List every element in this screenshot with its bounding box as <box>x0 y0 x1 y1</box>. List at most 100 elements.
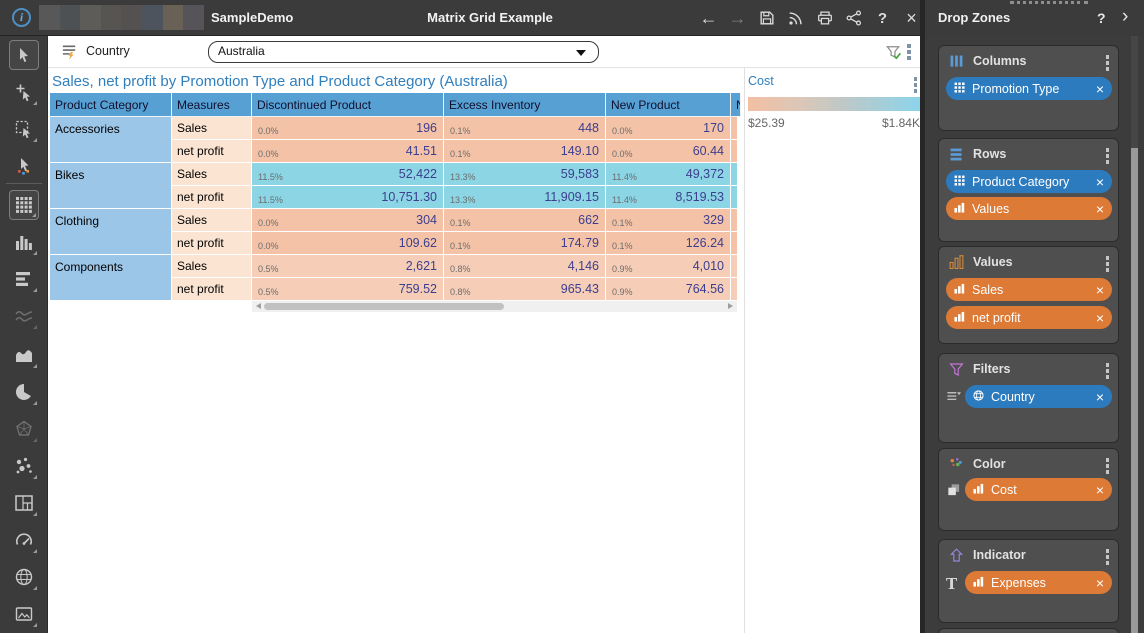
remove-field-icon[interactable]: × <box>1096 311 1104 325</box>
legend-menu-icon[interactable] <box>914 77 918 93</box>
dashboard-canvas: Country Australia Sales, net profit by P… <box>48 36 920 633</box>
line-chart-widget[interactable] <box>9 301 39 331</box>
columns-icon <box>948 53 966 71</box>
remove-field-icon[interactable]: × <box>1096 202 1104 216</box>
section-menu-icon[interactable] <box>1106 148 1110 164</box>
cell-percent: 11.5% <box>258 195 283 205</box>
matrix-header-cell: Excess Inventory <box>444 93 606 117</box>
pill-label: Promotion Type <box>972 82 1096 96</box>
forward-icon[interactable]: → <box>728 8 747 28</box>
pie-chart-widget[interactable] <box>9 377 39 407</box>
panel-scrollbar-thumb[interactable] <box>1131 148 1138 633</box>
matrix-header-cell-partial: N <box>731 93 741 117</box>
scatter-chart-widget[interactable] <box>9 451 39 481</box>
field-pill-promotion-type[interactable]: Promotion Type× <box>946 77 1112 100</box>
map-widget[interactable] <box>9 562 39 592</box>
cell-percent: 0.0% <box>258 126 279 136</box>
matrix-data-cell: 0.1%329 <box>606 209 731 232</box>
filter-row-divider <box>48 67 920 68</box>
field-pill-country[interactable]: Country× <box>965 385 1112 408</box>
cell-value: 170 <box>703 121 724 135</box>
section-menu-icon[interactable] <box>1106 458 1110 474</box>
save-icon[interactable] <box>757 8 776 28</box>
print-icon[interactable] <box>815 8 834 28</box>
cell-percent: 0.9% <box>612 264 633 274</box>
area-chart-widget[interactable] <box>9 340 39 370</box>
select-tool[interactable] <box>9 40 39 70</box>
app-title: SampleDemo <box>211 0 293 36</box>
country-dropdown[interactable]: Australia <box>208 41 599 63</box>
cell-percent: 0.1% <box>450 241 471 251</box>
section-menu-icon[interactable] <box>1106 549 1110 565</box>
scroll-left-icon[interactable] <box>256 303 261 309</box>
publish-icon[interactable] <box>786 8 805 28</box>
radar-chart-widget[interactable] <box>9 414 39 444</box>
cell-value: 60.44 <box>693 144 724 158</box>
cell-percent: 11.4% <box>612 172 637 182</box>
field-pill-product-category[interactable]: Product Category× <box>946 170 1112 193</box>
cell-percent: 0.0% <box>612 149 633 159</box>
marquee-select-tool[interactable] <box>9 114 39 144</box>
filter-menu-icon[interactable] <box>907 44 911 60</box>
remove-field-icon[interactable]: × <box>1096 390 1104 404</box>
drop-zone-color[interactable]: ColorCost× <box>938 448 1119 531</box>
treemap-widget[interactable] <box>9 488 39 518</box>
drop-zone-filters[interactable]: FiltersCountry× <box>938 353 1119 443</box>
field-pill-net-profit[interactable]: net profit× <box>946 306 1112 329</box>
section-menu-icon[interactable] <box>1106 55 1110 71</box>
panel-grip[interactable] <box>1010 1 1088 4</box>
filter-list-icon <box>60 42 79 66</box>
info-icon[interactable]: i <box>12 8 31 27</box>
filter-applied-icon[interactable] <box>884 43 903 67</box>
pill-label: Cost <box>991 483 1096 497</box>
collapse-panel-icon[interactable]: › <box>1122 0 1128 34</box>
drop-zone-rows[interactable]: RowsProduct Category×Values× <box>938 138 1119 242</box>
field-pill-cost[interactable]: Cost× <box>965 478 1112 501</box>
matrix-data-cell: 11.4%8,519.53 <box>606 186 731 209</box>
remove-field-icon[interactable]: × <box>1096 82 1104 96</box>
remove-field-icon[interactable]: × <box>1096 483 1104 497</box>
help-icon[interactable]: ? <box>873 8 892 28</box>
image-widget[interactable] <box>9 599 39 629</box>
add-pointer-tool[interactable] <box>9 77 39 107</box>
scrollbar-thumb[interactable] <box>264 303 504 310</box>
drop-zone-values[interactable]: ValuesSales×net profit× <box>938 246 1119 344</box>
matrix-category-cell: Components <box>50 255 172 301</box>
field-pill-sales[interactable]: Sales× <box>946 278 1112 301</box>
cell-value: 52,422 <box>399 167 437 181</box>
matrix-clipped-cell <box>731 278 737 301</box>
drop-zones-help-icon[interactable]: ? <box>1097 0 1106 36</box>
drop-zone-indicator[interactable]: IndicatorTExpenses× <box>938 539 1119 623</box>
cell-value: 4,146 <box>568 259 599 273</box>
country-dropdown-value: Australia <box>218 44 265 58</box>
grid-title: Sales, net profit by Promotion Type and … <box>52 73 508 90</box>
horizontal-scrollbar[interactable] <box>252 301 737 312</box>
column-chart-widget[interactable] <box>9 227 39 257</box>
scroll-right-icon[interactable] <box>728 303 733 309</box>
drop-zone-columns[interactable]: ColumnsPromotion Type× <box>938 45 1119 131</box>
back-icon[interactable]: ← <box>699 8 718 28</box>
matrix-measure-cell: net profit <box>172 278 252 301</box>
cell-percent: 13.3% <box>450 195 476 205</box>
grid-widget[interactable] <box>9 190 39 220</box>
widget-toolbar <box>0 36 48 633</box>
matrix-clipped-cell <box>731 140 737 163</box>
close-icon[interactable]: × <box>902 8 921 28</box>
share-icon[interactable] <box>844 8 863 28</box>
legend-min-value: $25.39 <box>748 116 785 130</box>
mini-bars-icon <box>973 481 984 499</box>
matrix-data-cell: 0.0%41.51 <box>252 140 444 163</box>
field-pill-expenses[interactable]: Expenses× <box>965 571 1112 594</box>
cell-percent: 11.4% <box>612 195 637 205</box>
section-menu-icon[interactable] <box>1106 363 1110 379</box>
remove-field-icon[interactable]: × <box>1096 175 1104 189</box>
bar-chart-widget[interactable] <box>9 264 39 294</box>
gauge-widget[interactable] <box>9 525 39 555</box>
smart-select-tool[interactable] <box>9 151 39 181</box>
remove-field-icon[interactable]: × <box>1096 576 1104 590</box>
cell-percent: 0.9% <box>612 287 633 297</box>
remove-field-icon[interactable]: × <box>1096 283 1104 297</box>
section-menu-icon[interactable] <box>1106 256 1110 272</box>
legend-title: Cost <box>748 74 774 88</box>
field-pill-values[interactable]: Values× <box>946 197 1112 220</box>
